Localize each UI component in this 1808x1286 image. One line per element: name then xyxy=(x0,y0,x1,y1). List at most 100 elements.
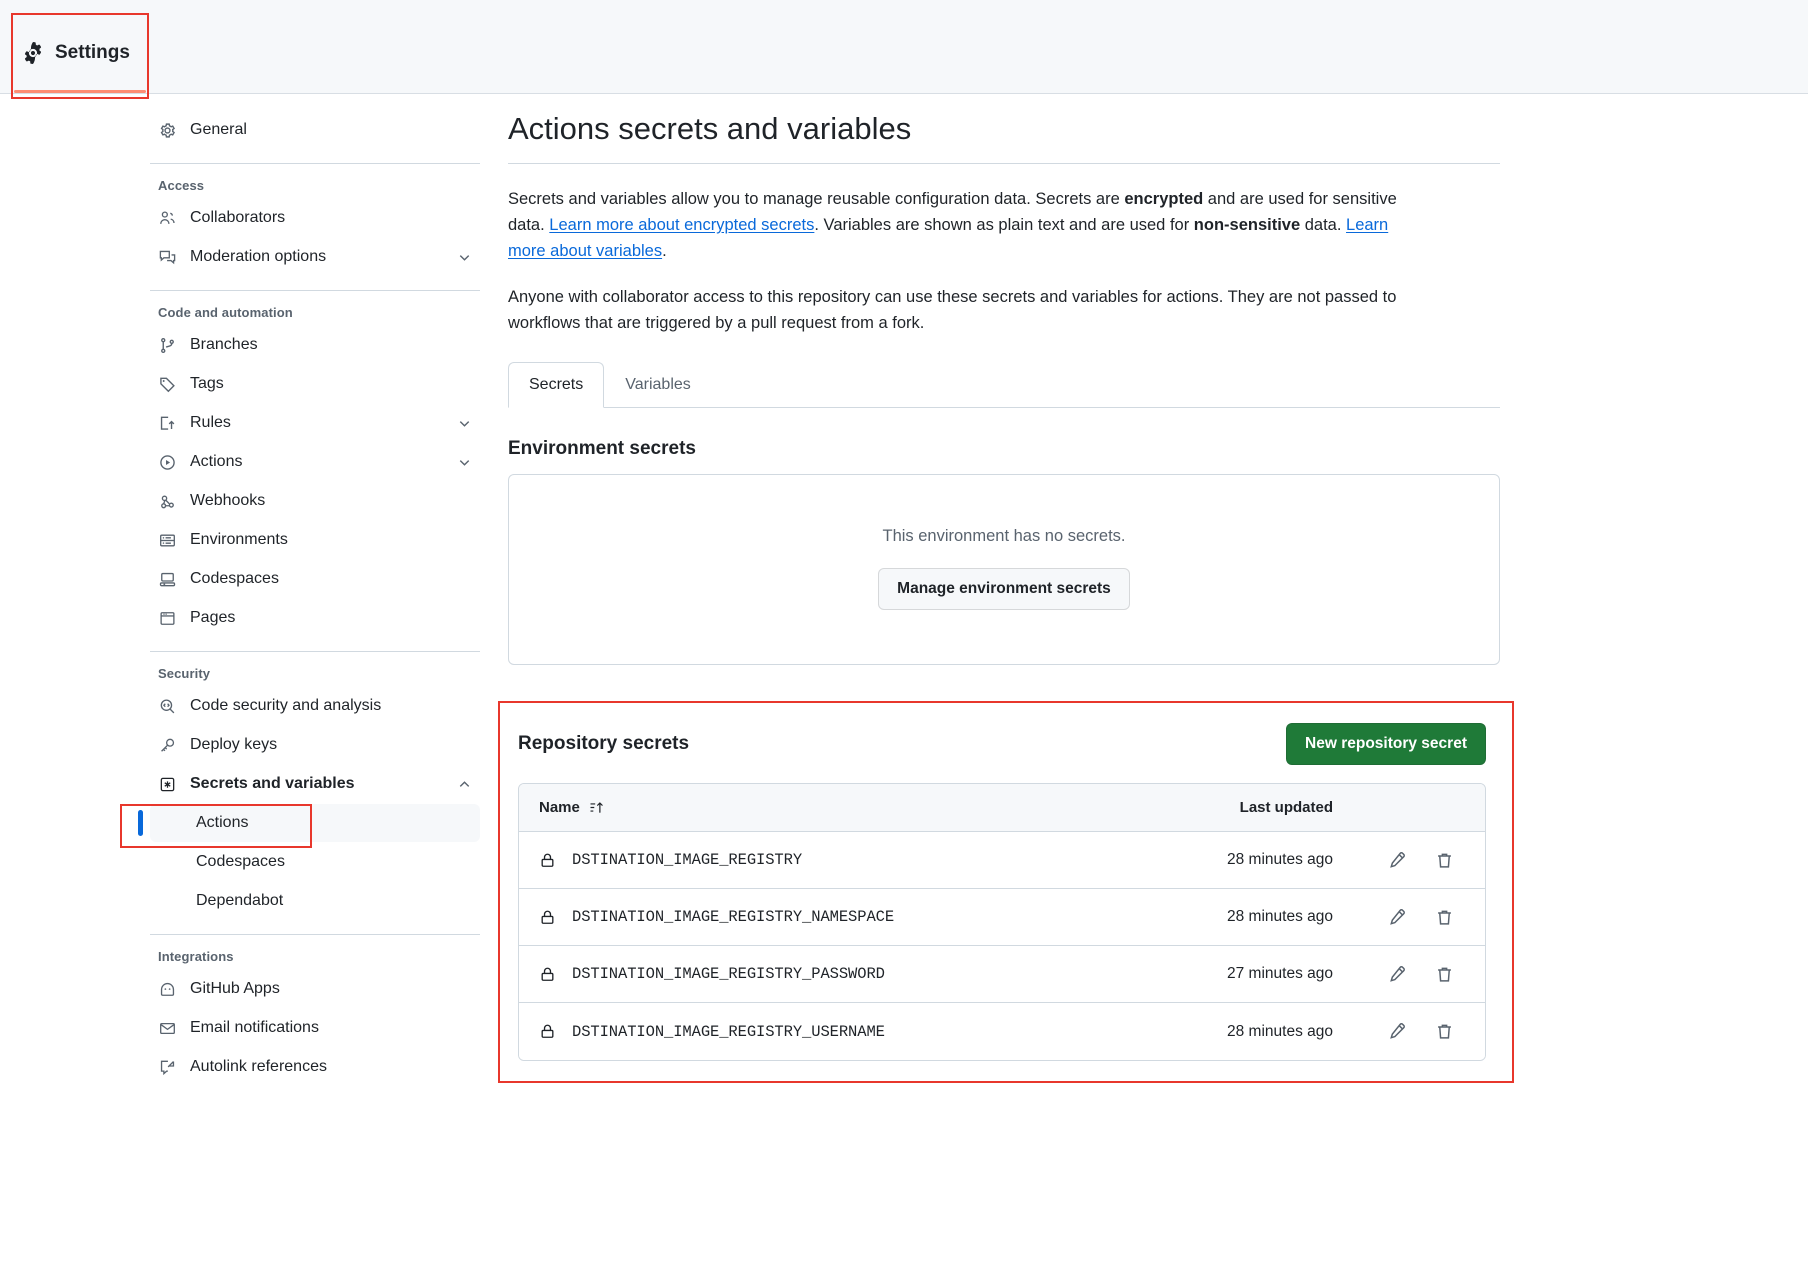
server-icon xyxy=(158,531,176,549)
trash-icon[interactable] xyxy=(1433,1021,1455,1043)
chevron-down-icon[interactable] xyxy=(456,415,472,431)
sidebar-item-label: General xyxy=(190,121,472,139)
repository-secrets-block: Repository secrets New repository secret… xyxy=(508,701,1500,1083)
sidebar-item-label: Codespaces xyxy=(190,570,472,588)
environment-secrets-panel: This environment has no secrets. Manage … xyxy=(508,474,1500,665)
sidebar-item-label: Rules xyxy=(190,414,442,432)
sidebar-item-rules[interactable]: Rules xyxy=(150,404,480,442)
sidebar-item-general[interactable]: General xyxy=(150,111,480,149)
people-icon xyxy=(158,209,176,227)
tab-bar: Secrets Variables xyxy=(508,362,1500,408)
secret-row-actions xyxy=(1337,963,1465,985)
lock-icon xyxy=(539,909,556,926)
main-content: Actions secrets and variables Secrets an… xyxy=(500,110,1560,1087)
table-row: DSTINATION_IMAGE_REGISTRY 28 minutes ago xyxy=(519,832,1485,889)
sidebar-divider xyxy=(150,163,480,164)
rules-icon xyxy=(158,414,176,432)
manage-environment-secrets-button[interactable]: Manage environment secrets xyxy=(878,568,1130,610)
sidebar-group-integrations-title: Integrations xyxy=(150,949,480,964)
sidebar-divider xyxy=(150,651,480,652)
secret-name-cell: DSTINATION_IMAGE_REGISTRY_USERNAME xyxy=(539,1023,1147,1041)
sidebar-item-label: Deploy keys xyxy=(190,736,472,754)
code-search-icon xyxy=(158,697,176,715)
sidebar-item-tags[interactable]: Tags xyxy=(150,365,480,403)
secret-name: DSTINATION_IMAGE_REGISTRY xyxy=(572,851,802,869)
sidebar-item-github-apps[interactable]: GitHub Apps xyxy=(150,970,480,1008)
sidebar-item-label: Webhooks xyxy=(190,492,472,510)
sidebar-item-environments[interactable]: Environments xyxy=(150,521,480,559)
secret-row-actions xyxy=(1337,849,1465,871)
secret-last-updated: 28 minutes ago xyxy=(1147,908,1337,926)
trash-icon[interactable] xyxy=(1433,906,1455,928)
environment-secrets-heading: Environment secrets xyxy=(508,438,1500,460)
play-circle-icon xyxy=(158,453,176,471)
link-learn-more-encrypted-secrets[interactable]: Learn more about encrypted secrets xyxy=(549,216,814,234)
pencil-icon[interactable] xyxy=(1385,1021,1407,1043)
sidebar-group-code-automation-title: Code and automation xyxy=(150,305,480,320)
pencil-icon[interactable] xyxy=(1385,849,1407,871)
git-branch-icon xyxy=(158,336,176,354)
sidebar-item-email-notifications[interactable]: Email notifications xyxy=(150,1009,480,1047)
desc-bold-non-sensitive: non-sensitive xyxy=(1194,216,1300,234)
pencil-icon[interactable] xyxy=(1385,963,1407,985)
sidebar-item-moderation-options[interactable]: Moderation options xyxy=(150,238,480,276)
column-header-name-label: Name xyxy=(539,799,580,816)
tab-secrets[interactable]: Secrets xyxy=(508,362,604,408)
pencil-icon[interactable] xyxy=(1385,906,1407,928)
repository-secrets-heading: Repository secrets xyxy=(518,733,689,755)
desc-text-1: Secrets and variables allow you to manag… xyxy=(508,190,1124,208)
asterisk-key-icon xyxy=(158,775,176,793)
sidebar-subitem-dependabot[interactable]: Dependabot xyxy=(150,882,480,920)
sidebar-group-security-title: Security xyxy=(150,666,480,681)
table-header-row: Name Last updated xyxy=(519,784,1485,832)
sidebar-item-pages[interactable]: Pages xyxy=(150,599,480,637)
sidebar-item-webhooks[interactable]: Webhooks xyxy=(150,482,480,520)
sidebar-item-label: Secrets and variables xyxy=(190,775,442,793)
chevron-down-icon[interactable] xyxy=(456,454,472,470)
new-repository-secret-button[interactable]: New repository secret xyxy=(1286,723,1486,765)
sidebar-item-collaborators[interactable]: Collaborators xyxy=(150,199,480,237)
sidebar-item-actions[interactable]: Actions xyxy=(150,443,480,481)
chevron-down-icon[interactable] xyxy=(456,249,472,265)
lock-icon xyxy=(539,966,556,983)
settings-tab-underline xyxy=(14,90,146,93)
secret-row-actions xyxy=(1337,1021,1465,1043)
title-divider xyxy=(508,163,1500,164)
sidebar-subitem-codespaces[interactable]: Codespaces xyxy=(150,843,480,881)
sidebar-item-deploy-keys[interactable]: Deploy keys xyxy=(150,726,480,764)
sidebar-item-code-security-and-analysis[interactable]: Code security and analysis xyxy=(150,687,480,725)
trash-icon[interactable] xyxy=(1433,849,1455,871)
sidebar-item-branches[interactable]: Branches xyxy=(150,326,480,364)
sidebar-item-label: Tags xyxy=(190,375,472,393)
secret-name-cell: DSTINATION_IMAGE_REGISTRY_NAMESPACE xyxy=(539,908,1147,926)
sidebar-item-autolink-references[interactable]: Autolink references xyxy=(150,1048,480,1086)
table-row: DSTINATION_IMAGE_REGISTRY_NAMESPACE 28 m… xyxy=(519,889,1485,946)
column-header-last-updated: Last updated xyxy=(1147,799,1337,816)
secret-name: DSTINATION_IMAGE_REGISTRY_NAMESPACE xyxy=(572,908,894,926)
cross-reference-icon xyxy=(158,1058,176,1076)
sidebar-item-label: Code security and analysis xyxy=(190,697,472,715)
sidebar-subitem-actions[interactable]: Actions xyxy=(150,804,480,842)
secret-name: DSTINATION_IMAGE_REGISTRY_PASSWORD xyxy=(572,965,885,983)
apps-icon xyxy=(158,980,176,998)
settings-tab-label: Settings xyxy=(55,42,130,64)
sidebar-divider xyxy=(150,934,480,935)
desc-text-3: . Variables are shown as plain text and … xyxy=(814,216,1193,234)
sidebar-item-label: Email notifications xyxy=(190,1019,472,1037)
desc-text-5: . xyxy=(662,242,667,260)
table-row: DSTINATION_IMAGE_REGISTRY_USERNAME 28 mi… xyxy=(519,1003,1485,1060)
sort-asc-icon[interactable] xyxy=(589,800,604,815)
sidebar-item-codespaces[interactable]: Codespaces xyxy=(150,560,480,598)
tab-variables[interactable]: Variables xyxy=(604,362,712,408)
column-header-name[interactable]: Name xyxy=(539,799,1147,816)
sidebar-item-secrets-and-variables[interactable]: Secrets and variables xyxy=(150,765,480,803)
description-paragraph-2: Anyone with collaborator access to this … xyxy=(508,284,1413,336)
browser-icon xyxy=(158,609,176,627)
trash-icon[interactable] xyxy=(1433,963,1455,985)
chevron-up-icon[interactable] xyxy=(456,776,472,792)
environment-empty-message: This environment has no secrets. xyxy=(529,527,1479,546)
table-row: DSTINATION_IMAGE_REGISTRY_PASSWORD 27 mi… xyxy=(519,946,1485,1003)
sidebar-item-label: Autolink references xyxy=(190,1058,472,1076)
settings-tab[interactable]: Settings xyxy=(22,42,130,64)
secret-row-actions xyxy=(1337,906,1465,928)
